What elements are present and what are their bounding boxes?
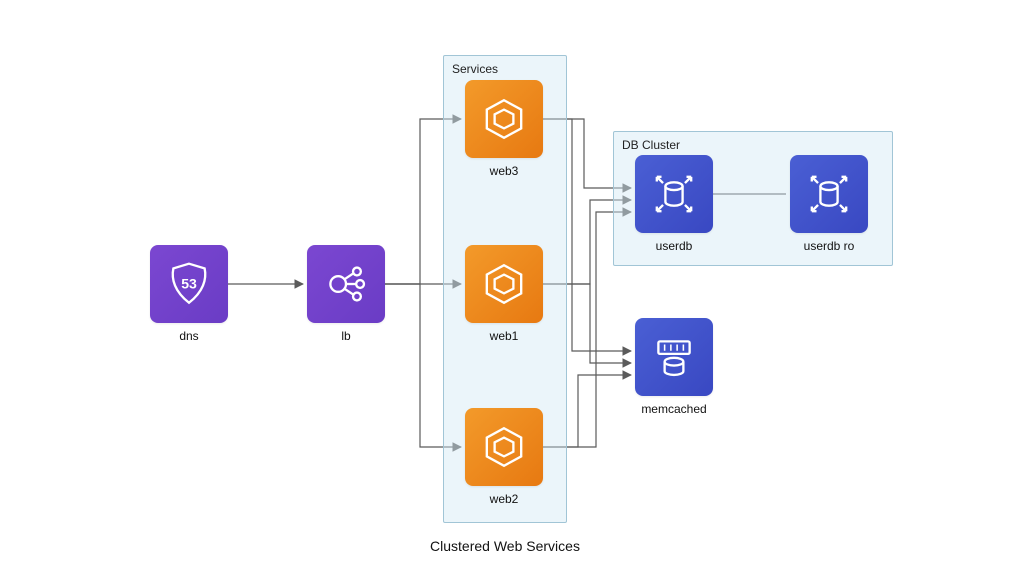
diagram-canvas: Services DB Cluster 53 dns lb <box>0 0 1025 574</box>
node-dns: 53 dns <box>150 245 228 343</box>
node-web3: web3 <box>465 80 543 178</box>
node-web1-label: web1 <box>465 329 543 343</box>
node-memcached-label: memcached <box>635 402 713 416</box>
route53-icon: 53 <box>150 245 228 323</box>
node-web2-label: web2 <box>465 492 543 506</box>
rds-icon <box>790 155 868 233</box>
node-web3-label: web3 <box>465 164 543 178</box>
load-balancer-icon <box>307 245 385 323</box>
node-userdb-ro-label: userdb ro <box>790 239 868 253</box>
node-userdb-ro: userdb ro <box>790 155 868 253</box>
elasticache-icon <box>635 318 713 396</box>
ecs-service-icon <box>465 408 543 486</box>
node-memcached: memcached <box>635 318 713 416</box>
cluster-services-title: Services <box>446 58 504 80</box>
ecs-service-icon <box>465 245 543 323</box>
rds-icon <box>635 155 713 233</box>
node-userdb: userdb <box>635 155 713 253</box>
node-web2: web2 <box>465 408 543 506</box>
ecs-service-icon <box>465 80 543 158</box>
diagram-title: Clustered Web Services <box>420 538 590 554</box>
svg-text:53: 53 <box>181 276 197 292</box>
node-lb-label: lb <box>307 329 385 343</box>
node-web1: web1 <box>465 245 543 343</box>
cluster-db-title: DB Cluster <box>616 134 686 156</box>
node-userdb-label: userdb <box>635 239 713 253</box>
node-lb: lb <box>307 245 385 343</box>
node-dns-label: dns <box>150 329 228 343</box>
